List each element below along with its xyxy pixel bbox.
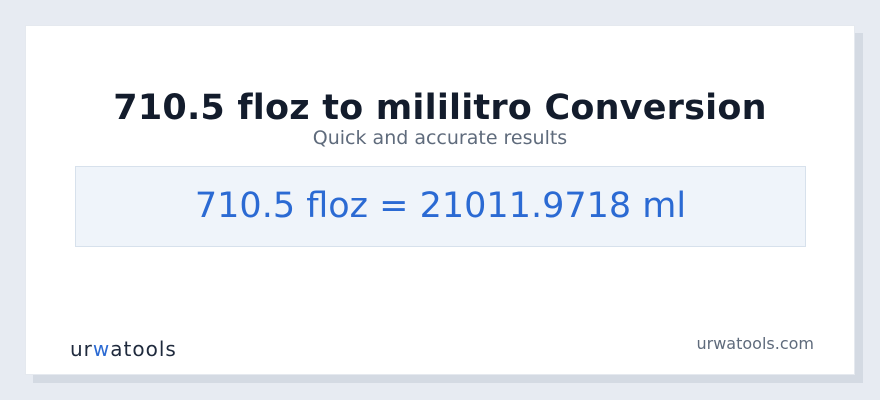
page-title: 710.5 floz to mililitro Conversion <box>113 88 767 128</box>
conversion-result: 710.5 floz = 21011.9718 ml <box>194 186 687 226</box>
logo-text-end: atools <box>110 337 177 361</box>
site-url[interactable]: urwatools.com <box>697 334 815 353</box>
urwatools-logo[interactable]: urwatools <box>70 337 177 361</box>
result-box: 710.5 floz = 21011.9718 ml <box>75 166 806 247</box>
logo-text-accent: w <box>92 337 111 361</box>
page-subtitle: Quick and accurate results <box>312 127 568 149</box>
logo-text-start: ur <box>70 337 93 361</box>
conversion-card: 710.5 floz to mililitro Conversion Quick… <box>25 25 855 375</box>
